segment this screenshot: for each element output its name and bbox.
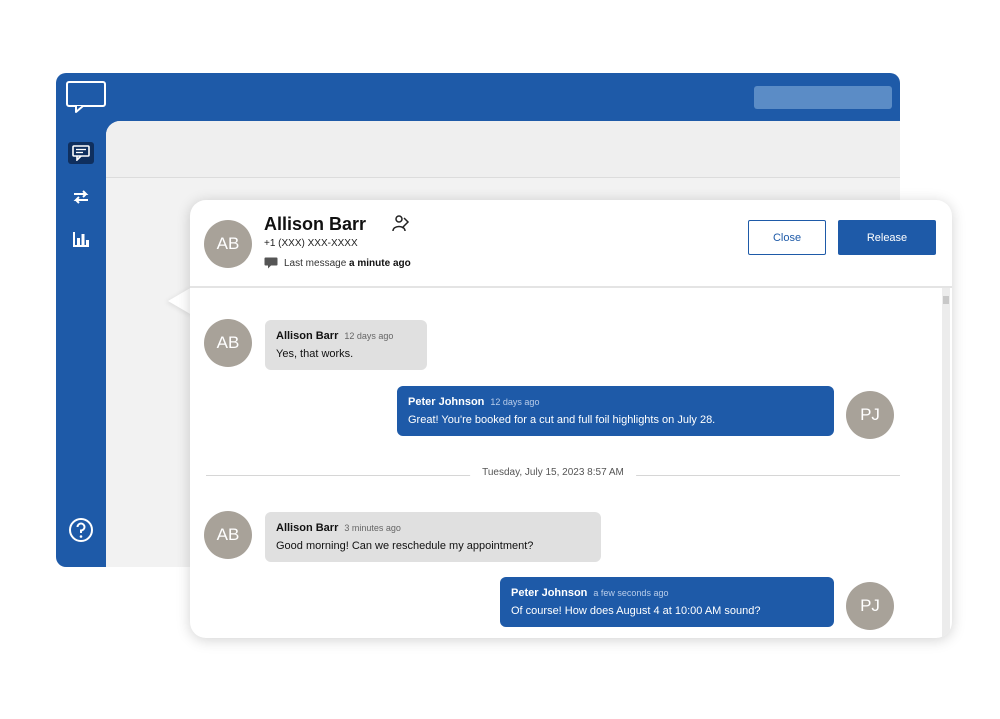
message-list: AB Allison Barr 12 days ago Yes, that wor… xyxy=(190,288,940,638)
sender-avatar: PJ xyxy=(846,582,894,630)
conversation-header: AB Allison Barr +1 (XXX) XXX-XXXX Last m… xyxy=(190,200,952,288)
search-bar[interactable] xyxy=(754,86,892,109)
message-time: 3 minutes ago xyxy=(344,523,401,533)
last-message-label: Last message a minute ago xyxy=(284,257,411,269)
message-time: 12 days ago xyxy=(490,397,540,407)
sidebar-item-transfers[interactable] xyxy=(68,186,94,208)
message-text: Great! You're booked for a cut and full … xyxy=(408,414,716,426)
message-bubble: Allison Barr 12 days ago Yes, that works. xyxy=(265,320,427,370)
message-icon xyxy=(264,257,278,269)
release-button[interactable]: Release xyxy=(838,220,936,255)
contact-phone: +1 (XXX) XXX-XXXX xyxy=(264,238,358,249)
message-text: Good morning! Can we reschedule my appoi… xyxy=(276,540,534,552)
message-text: Yes, that works. xyxy=(276,348,354,360)
close-button[interactable]: Close xyxy=(748,220,826,255)
scrollbar[interactable] xyxy=(942,288,950,638)
sidebar-item-reports[interactable] xyxy=(68,228,94,250)
sender-avatar: AB xyxy=(204,511,252,559)
message-sender: Peter Johnson xyxy=(408,396,485,408)
sender-avatar: PJ xyxy=(846,391,894,439)
sidebar-item-messages[interactable] xyxy=(68,142,94,164)
message-text: Of course! How does August 4 at 10:00 AM… xyxy=(511,605,761,617)
message-icon xyxy=(72,145,90,161)
message-time: a few seconds ago xyxy=(593,588,669,598)
last-message-info: Last message a minute ago xyxy=(264,257,411,269)
message-bubble: Peter Johnson 12 days ago Great! You're b… xyxy=(397,386,834,436)
message-bubble: Allison Barr 3 minutes ago Good morning! … xyxy=(265,512,601,562)
panel-pointer xyxy=(168,287,192,315)
last-message-time: a minute ago xyxy=(349,257,411,269)
message-sender: Allison Barr xyxy=(276,330,339,342)
message-sender: Peter Johnson xyxy=(511,587,588,599)
date-divider: Tuesday, July 15, 2023 8:57 AM xyxy=(206,467,900,478)
conversation-panel: AB Allison Barr +1 (XXX) XXX-XXXX Last m… xyxy=(190,200,952,638)
date-divider-label: Tuesday, July 15, 2023 8:57 AM xyxy=(470,467,636,478)
assign-agent-icon[interactable] xyxy=(390,214,410,234)
contact-avatar: AB xyxy=(204,220,252,268)
chat-bubble-icon[interactable] xyxy=(66,81,106,113)
transfer-arrows-icon xyxy=(73,190,89,204)
content-toolbar xyxy=(106,121,900,178)
message-time: 12 days ago xyxy=(344,331,394,341)
contact-name: Allison Barr xyxy=(264,214,367,234)
message-bubble: Peter Johnson a few seconds ago Of course… xyxy=(500,577,834,627)
message-sender: Allison Barr xyxy=(276,522,339,534)
sender-avatar: AB xyxy=(204,319,252,367)
scrollbar-thumb[interactable] xyxy=(943,296,949,304)
bar-chart-icon xyxy=(73,232,89,247)
help-icon[interactable] xyxy=(68,517,94,543)
